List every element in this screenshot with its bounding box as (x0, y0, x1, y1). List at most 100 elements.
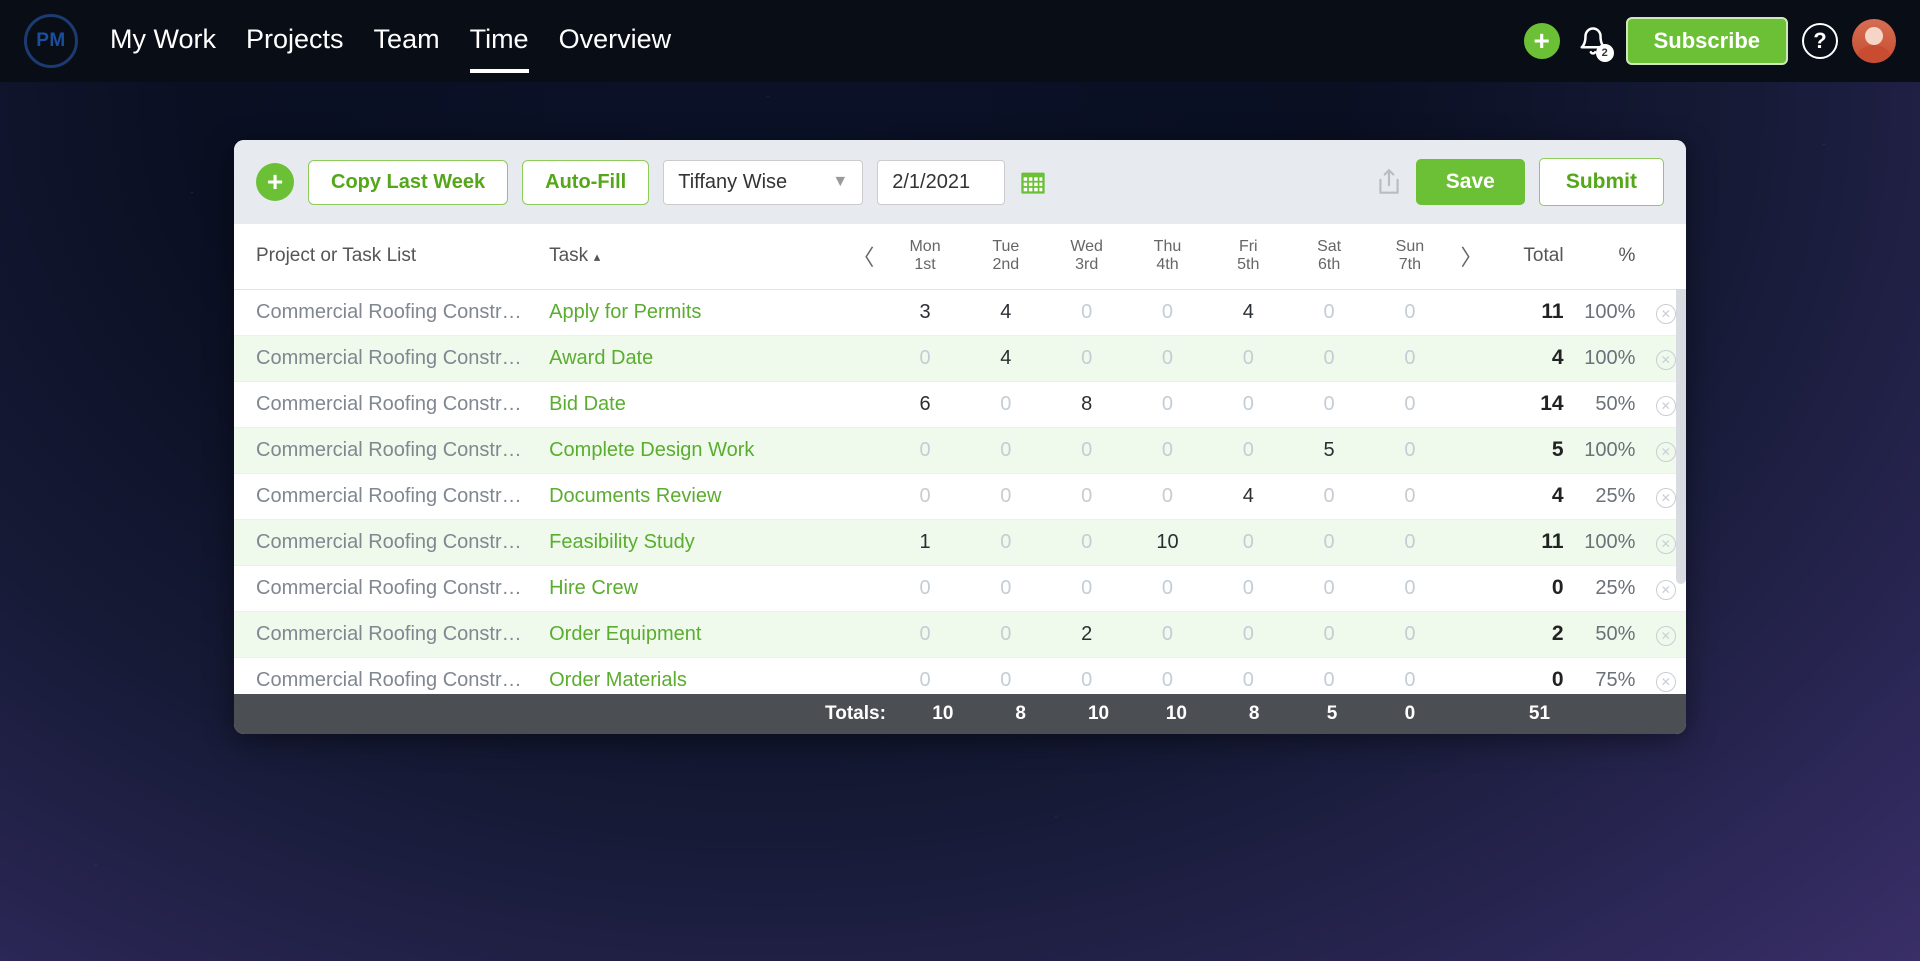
cell-hours[interactable]: 0 (1370, 519, 1451, 565)
prev-week-button[interactable]: 〈 (852, 245, 874, 270)
delete-row-icon[interactable]: ✕ (1656, 350, 1676, 370)
delete-row-icon[interactable]: ✕ (1656, 442, 1676, 462)
help-button[interactable]: ? (1802, 23, 1838, 59)
nav-item-time[interactable]: Time (470, 10, 529, 73)
cell-hours[interactable]: 0 (885, 473, 966, 519)
cell-hours[interactable]: 0 (1289, 657, 1370, 694)
cell-hours[interactable]: 0 (1289, 473, 1370, 519)
cell-hours[interactable]: 0 (1208, 381, 1289, 427)
cell-hours[interactable]: 0 (1208, 611, 1289, 657)
cell-hours[interactable]: 4 (1208, 289, 1289, 335)
cell-hours[interactable]: 5 (1289, 427, 1370, 473)
cell-hours[interactable]: 0 (965, 657, 1046, 694)
cell-hours[interactable]: 0 (965, 381, 1046, 427)
delete-row-icon[interactable]: ✕ (1656, 396, 1676, 416)
cell-hours[interactable]: 0 (1208, 657, 1289, 694)
cell-hours[interactable]: 0 (1370, 657, 1451, 694)
cell-hours[interactable]: 0 (1127, 565, 1208, 611)
cell-task[interactable]: Complete Design Work (539, 427, 842, 473)
cell-hours[interactable]: 0 (1046, 335, 1127, 381)
cell-hours[interactable]: 0 (1289, 381, 1370, 427)
col-percent[interactable]: % (1574, 224, 1646, 289)
cell-hours[interactable]: 4 (965, 335, 1046, 381)
cell-hours[interactable]: 0 (1370, 289, 1451, 335)
cell-hours[interactable]: 3 (885, 289, 966, 335)
cell-hours[interactable]: 0 (885, 657, 966, 694)
cell-hours[interactable]: 0 (885, 427, 966, 473)
subscribe-button[interactable]: Subscribe (1626, 17, 1788, 65)
cell-hours[interactable]: 0 (1127, 473, 1208, 519)
logo[interactable]: PM (24, 14, 78, 68)
cell-hours[interactable]: 0 (1127, 335, 1208, 381)
next-week-button[interactable]: 〉 (1461, 245, 1483, 270)
cell-task[interactable]: Award Date (539, 335, 842, 381)
user-select[interactable]: Tiffany Wise ▼ (663, 160, 863, 205)
cell-hours[interactable]: 0 (1289, 611, 1370, 657)
cell-hours[interactable]: 0 (1046, 289, 1127, 335)
cell-hours[interactable]: 0 (885, 611, 966, 657)
cell-task[interactable]: Order Materials (539, 657, 842, 694)
cell-hours[interactable]: 0 (1370, 381, 1451, 427)
cell-hours[interactable]: 0 (1370, 427, 1451, 473)
cell-hours[interactable]: 0 (1046, 473, 1127, 519)
notifications-button[interactable]: 2 (1574, 22, 1612, 60)
cell-hours[interactable]: 0 (1289, 335, 1370, 381)
cell-hours[interactable]: 4 (1208, 473, 1289, 519)
cell-task[interactable]: Order Equipment (539, 611, 842, 657)
cell-hours[interactable]: 2 (1046, 611, 1127, 657)
calendar-icon[interactable] (1019, 168, 1047, 196)
delete-row-icon[interactable]: ✕ (1656, 672, 1676, 692)
cell-hours[interactable]: 0 (1208, 335, 1289, 381)
col-total[interactable]: Total (1493, 224, 1574, 289)
cell-hours[interactable]: 1 (885, 519, 966, 565)
cell-hours[interactable]: 0 (965, 473, 1046, 519)
cell-hours[interactable]: 0 (1370, 473, 1451, 519)
cell-hours[interactable]: 0 (1046, 519, 1127, 565)
delete-row-icon[interactable]: ✕ (1656, 488, 1676, 508)
nav-item-projects[interactable]: Projects (246, 10, 344, 73)
cell-hours[interactable]: 0 (1208, 565, 1289, 611)
cell-hours[interactable]: 0 (1370, 611, 1451, 657)
add-button[interactable] (1524, 23, 1560, 59)
cell-hours[interactable]: 0 (1127, 611, 1208, 657)
delete-row-icon[interactable]: ✕ (1656, 580, 1676, 600)
submit-button[interactable]: Submit (1539, 158, 1664, 206)
cell-hours[interactable]: 0 (965, 519, 1046, 565)
save-button[interactable]: Save (1416, 159, 1525, 205)
delete-row-icon[interactable]: ✕ (1656, 304, 1676, 324)
cell-hours[interactable]: 0 (1127, 381, 1208, 427)
cell-hours[interactable]: 0 (965, 565, 1046, 611)
cell-hours[interactable]: 4 (965, 289, 1046, 335)
cell-hours[interactable]: 0 (965, 427, 1046, 473)
cell-hours[interactable]: 8 (1046, 381, 1127, 427)
cell-hours[interactable]: 0 (1127, 289, 1208, 335)
add-row-button[interactable]: + (256, 163, 294, 201)
cell-hours[interactable]: 0 (1208, 427, 1289, 473)
col-project[interactable]: Project or Task List (234, 224, 539, 289)
auto-fill-button[interactable]: Auto-Fill (522, 160, 649, 205)
nav-item-my-work[interactable]: My Work (110, 10, 216, 73)
avatar[interactable] (1852, 19, 1896, 63)
col-task[interactable]: Task ▴ (539, 224, 842, 289)
cell-task[interactable]: Hire Crew (539, 565, 842, 611)
cell-task[interactable]: Bid Date (539, 381, 842, 427)
cell-hours[interactable]: 0 (885, 565, 966, 611)
cell-hours[interactable]: 0 (1289, 565, 1370, 611)
cell-hours[interactable]: 0 (1208, 519, 1289, 565)
cell-hours[interactable]: 6 (885, 381, 966, 427)
cell-hours[interactable]: 0 (885, 335, 966, 381)
cell-hours[interactable]: 0 (1370, 565, 1451, 611)
cell-hours[interactable]: 0 (1127, 427, 1208, 473)
cell-task[interactable]: Documents Review (539, 473, 842, 519)
cell-hours[interactable]: 0 (1370, 335, 1451, 381)
cell-hours[interactable]: 10 (1127, 519, 1208, 565)
cell-hours[interactable]: 0 (965, 611, 1046, 657)
cell-hours[interactable]: 0 (1046, 657, 1127, 694)
nav-item-overview[interactable]: Overview (559, 10, 672, 73)
table-scroll[interactable]: Project or Task List Task ▴ 〈 Mon1st Tue… (234, 224, 1686, 694)
delete-row-icon[interactable]: ✕ (1656, 534, 1676, 554)
nav-item-team[interactable]: Team (374, 10, 440, 73)
copy-last-week-button[interactable]: Copy Last Week (308, 160, 508, 205)
cell-hours[interactable]: 0 (1127, 657, 1208, 694)
export-icon[interactable] (1376, 167, 1402, 197)
